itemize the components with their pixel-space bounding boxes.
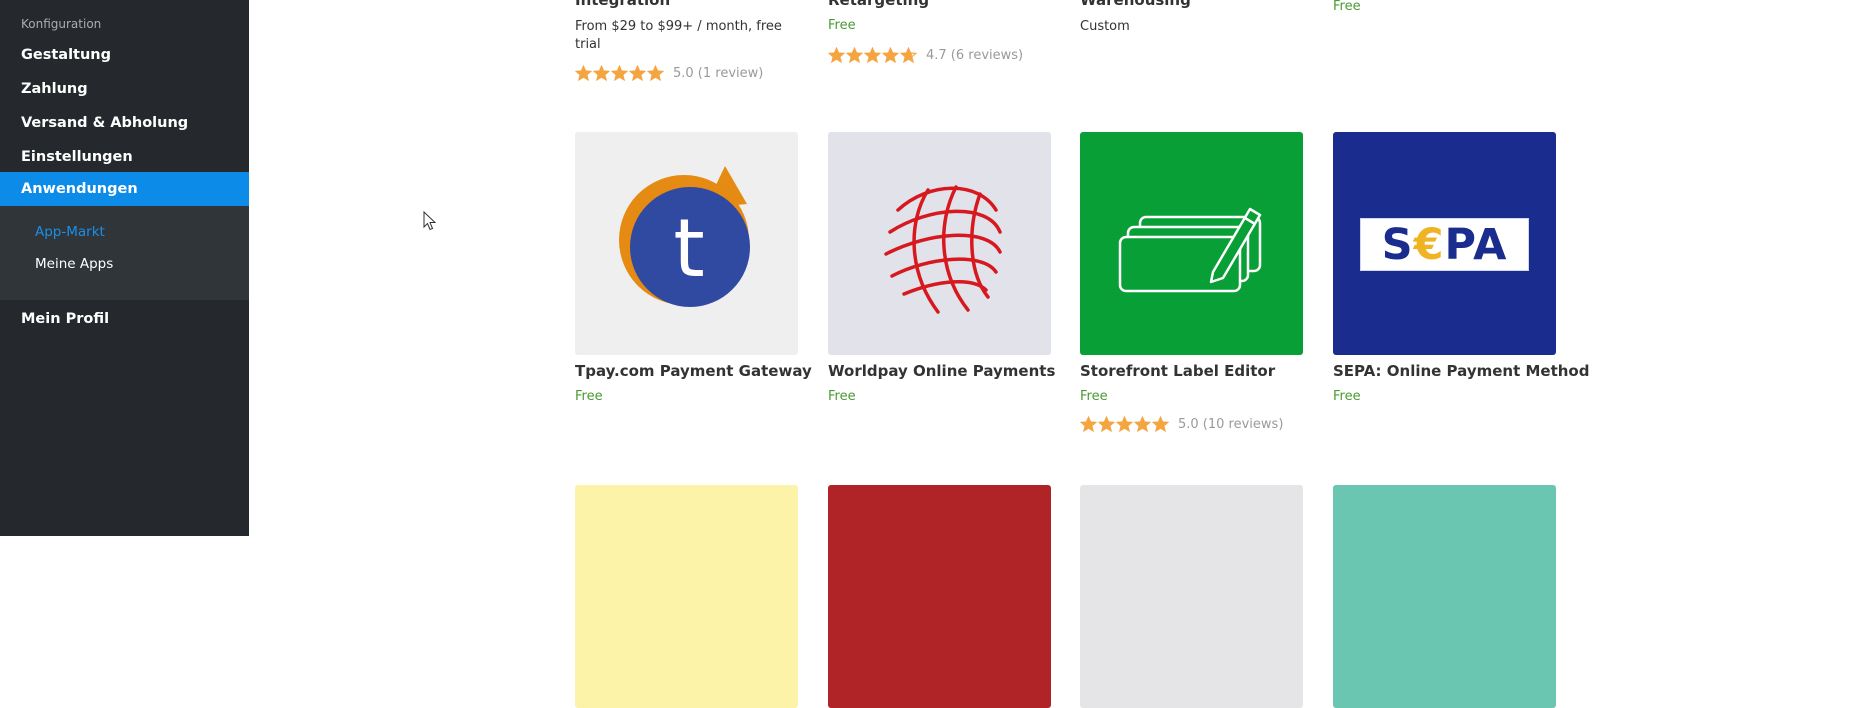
app-tile[interactable]: [828, 485, 1051, 708]
app-price: Free: [1333, 389, 1361, 404]
sidebar-item-versand[interactable]: Versand & Abholung: [0, 106, 249, 140]
app-price: Custom: [1080, 19, 1130, 34]
rating-text: 4.7 (6 reviews): [926, 47, 1024, 63]
mouse-cursor-icon: [423, 211, 437, 231]
app-tile[interactable]: t: [575, 132, 798, 355]
star-icon: [882, 46, 899, 63]
star-icon: [611, 64, 628, 81]
app-price: Free: [575, 389, 603, 404]
app-tile[interactable]: S€PA: [1333, 132, 1556, 355]
app-title[interactable]: Worldpay Online Payments: [828, 362, 1055, 380]
sidebar-item-einstellungen[interactable]: Einstellungen: [0, 140, 249, 174]
star-icon: [1098, 415, 1115, 432]
app-price: Free: [1333, 0, 1361, 14]
sepa-logo-text: S€PA: [1381, 219, 1508, 270]
label-editor-icon: [1118, 207, 1262, 293]
app-tile[interactable]: [828, 132, 1051, 355]
app-rating: 5.0 (1 review): [575, 64, 763, 82]
app-title[interactable]: SEPA: Online Payment Method: [1333, 362, 1589, 380]
svg-text:t: t: [673, 202, 704, 295]
sepa-logo-icon: S€PA: [1360, 218, 1529, 271]
sidebar-item-mein-profil[interactable]: Mein Profil: [0, 302, 249, 336]
app-price: From $29 to $99+ / month, free trial: [575, 19, 782, 52]
sidebar: Konfiguration Gestaltung Zahlung Versand…: [0, 0, 249, 536]
tpay-logo-icon: t: [619, 166, 750, 307]
sidebar-item-gestaltung[interactable]: Gestaltung: [0, 38, 249, 72]
app-title[interactable]: Tpay.com Payment Gateway: [575, 362, 812, 380]
sidebar-item-zahlung[interactable]: Zahlung: [0, 72, 249, 106]
star-icon: [575, 64, 592, 81]
star-icon: [647, 64, 664, 81]
app-price: Free: [1080, 389, 1108, 404]
app-price: Free: [828, 389, 856, 404]
app-tile[interactable]: [1080, 485, 1303, 708]
star-icon: [846, 46, 863, 63]
sidebar-subitem-app-markt[interactable]: App-Markt: [35, 224, 105, 240]
sidebar-subitem-meine-apps[interactable]: Meine Apps: [35, 256, 113, 272]
app-title[interactable]: Integration: [575, 0, 670, 9]
star-icon: [828, 46, 845, 63]
worldpay-globe-icon: [884, 185, 1002, 314]
star-icon: [1134, 415, 1151, 432]
star-icon: [1080, 415, 1097, 432]
sidebar-submenu: App-Markt Meine Apps: [0, 206, 249, 300]
app-rating: 5.0 (10 reviews): [1080, 415, 1283, 433]
app-title[interactable]: Retargeting: [828, 0, 929, 9]
rating-stars: [828, 46, 918, 64]
app-title[interactable]: Storefront Label Editor: [1080, 362, 1275, 380]
star-icon: [900, 46, 917, 63]
app-tile[interactable]: [1333, 485, 1556, 708]
app-price: Free: [828, 18, 856, 33]
sidebar-section-label: Konfiguration: [21, 17, 102, 31]
star-icon: [629, 64, 646, 81]
app-tile[interactable]: [575, 485, 798, 708]
star-icon: [1116, 415, 1133, 432]
sidebar-item-anwendungen[interactable]: Anwendungen: [0, 172, 249, 206]
app-tile[interactable]: [1080, 132, 1303, 355]
star-icon: [864, 46, 881, 63]
rating-stars: [1080, 415, 1170, 433]
star-icon: [593, 64, 610, 81]
rating-text: 5.0 (10 reviews): [1178, 416, 1284, 432]
star-icon: [1152, 415, 1169, 432]
app-title[interactable]: Warehousing: [1080, 0, 1191, 9]
app-rating: 4.7 (6 reviews): [828, 46, 1023, 64]
rating-stars: [575, 64, 665, 82]
rating-text: 5.0 (1 review): [673, 65, 764, 81]
